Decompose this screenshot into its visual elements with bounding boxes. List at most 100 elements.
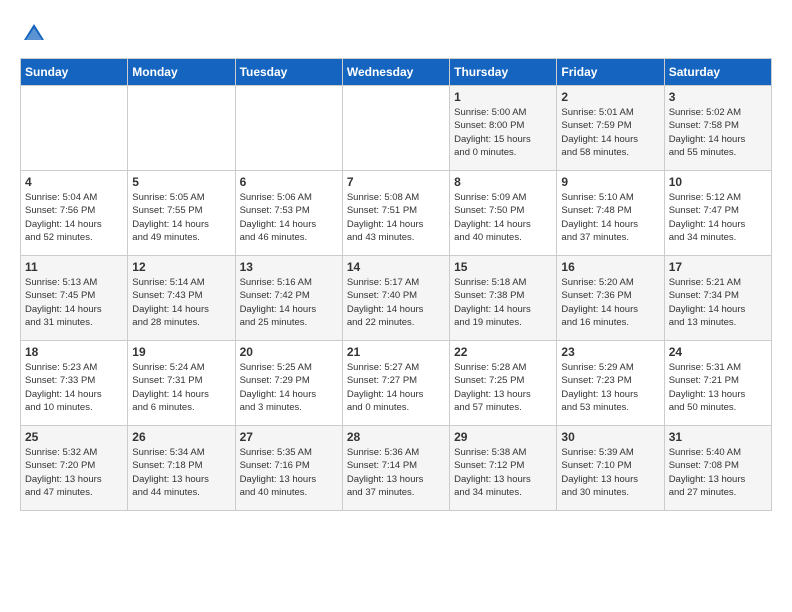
- day-info: Sunrise: 5:00 AM Sunset: 8:00 PM Dayligh…: [454, 106, 552, 159]
- day-info: Sunrise: 5:01 AM Sunset: 7:59 PM Dayligh…: [561, 106, 659, 159]
- day-number: 4: [25, 175, 123, 189]
- day-number: 11: [25, 260, 123, 274]
- calendar-cell: 2 Sunrise: 5:01 AM Sunset: 7:59 PM Daylig…: [557, 86, 664, 171]
- calendar-cell: 24 Sunrise: 5:31 AM Sunset: 7:21 PM Dayli…: [664, 341, 771, 426]
- day-of-week-header: Wednesday: [342, 59, 449, 86]
- calendar-cell: 10 Sunrise: 5:12 AM Sunset: 7:47 PM Dayli…: [664, 171, 771, 256]
- day-info: Sunrise: 5:17 AM Sunset: 7:40 PM Dayligh…: [347, 276, 445, 329]
- day-number: 25: [25, 430, 123, 444]
- calendar-cell: 26 Sunrise: 5:34 AM Sunset: 7:18 PM Dayli…: [128, 426, 235, 511]
- day-info: Sunrise: 5:06 AM Sunset: 7:53 PM Dayligh…: [240, 191, 338, 244]
- day-info: Sunrise: 5:36 AM Sunset: 7:14 PM Dayligh…: [347, 446, 445, 499]
- calendar-week-row: 18 Sunrise: 5:23 AM Sunset: 7:33 PM Dayli…: [21, 341, 772, 426]
- calendar-cell: 12Sunrise: 5:14 AM Sunset: 7:43 PM Dayli…: [128, 256, 235, 341]
- day-of-week-header: Saturday: [664, 59, 771, 86]
- day-number: 23: [561, 345, 659, 359]
- day-number: 20: [240, 345, 338, 359]
- calendar-cell: 7 Sunrise: 5:08 AM Sunset: 7:51 PM Daylig…: [342, 171, 449, 256]
- day-info: Sunrise: 5:13 AM Sunset: 7:45 PM Dayligh…: [25, 276, 123, 329]
- day-number: 12: [132, 260, 230, 274]
- day-of-week-header: Thursday: [450, 59, 557, 86]
- day-number: 14: [347, 260, 445, 274]
- logo: [20, 20, 52, 48]
- day-of-week-header: Tuesday: [235, 59, 342, 86]
- day-number: 5: [132, 175, 230, 189]
- calendar-cell: 16 Sunrise: 5:20 AM Sunset: 7:36 PM Dayli…: [557, 256, 664, 341]
- day-info: Sunrise: 5:31 AM Sunset: 7:21 PM Dayligh…: [669, 361, 767, 414]
- day-number: 27: [240, 430, 338, 444]
- day-number: 3: [669, 90, 767, 104]
- calendar-cell: 6Sunrise: 5:06 AM Sunset: 7:53 PM Daylig…: [235, 171, 342, 256]
- day-number: 15: [454, 260, 552, 274]
- day-number: 9: [561, 175, 659, 189]
- day-number: 29: [454, 430, 552, 444]
- day-info: Sunrise: 5:27 AM Sunset: 7:27 PM Dayligh…: [347, 361, 445, 414]
- calendar-cell: 8 Sunrise: 5:09 AM Sunset: 7:50 PM Daylig…: [450, 171, 557, 256]
- calendar-cell: [128, 86, 235, 171]
- calendar-cell: 17Sunrise: 5:21 AM Sunset: 7:34 PM Dayli…: [664, 256, 771, 341]
- day-number: 26: [132, 430, 230, 444]
- day-number: 1: [454, 90, 552, 104]
- day-info: Sunrise: 5:04 AM Sunset: 7:56 PM Dayligh…: [25, 191, 123, 244]
- day-number: 8: [454, 175, 552, 189]
- day-number: 13: [240, 260, 338, 274]
- day-of-week-header: Sunday: [21, 59, 128, 86]
- day-number: 21: [347, 345, 445, 359]
- calendar-cell: 18 Sunrise: 5:23 AM Sunset: 7:33 PM Dayli…: [21, 341, 128, 426]
- day-info: Sunrise: 5:20 AM Sunset: 7:36 PM Dayligh…: [561, 276, 659, 329]
- calendar-cell: 28 Sunrise: 5:36 AM Sunset: 7:14 PM Dayli…: [342, 426, 449, 511]
- day-number: 31: [669, 430, 767, 444]
- calendar-cell: 19 Sunrise: 5:24 AM Sunset: 7:31 PM Dayli…: [128, 341, 235, 426]
- calendar-cell: 1 Sunrise: 5:00 AM Sunset: 8:00 PM Daylig…: [450, 86, 557, 171]
- day-info: Sunrise: 5:34 AM Sunset: 7:18 PM Dayligh…: [132, 446, 230, 499]
- day-number: 28: [347, 430, 445, 444]
- day-info: Sunrise: 5:21 AM Sunset: 7:34 PM Dayligh…: [669, 276, 767, 329]
- calendar-cell: 15Sunrise: 5:18 AM Sunset: 7:38 PM Dayli…: [450, 256, 557, 341]
- calendar-cell: 23 Sunrise: 5:29 AM Sunset: 7:23 PM Dayli…: [557, 341, 664, 426]
- day-info: Sunrise: 5:16 AM Sunset: 7:42 PM Dayligh…: [240, 276, 338, 329]
- day-info: Sunrise: 5:08 AM Sunset: 7:51 PM Dayligh…: [347, 191, 445, 244]
- day-info: Sunrise: 5:32 AM Sunset: 7:20 PM Dayligh…: [25, 446, 123, 499]
- day-info: Sunrise: 5:35 AM Sunset: 7:16 PM Dayligh…: [240, 446, 338, 499]
- day-info: Sunrise: 5:25 AM Sunset: 7:29 PM Dayligh…: [240, 361, 338, 414]
- day-info: Sunrise: 5:24 AM Sunset: 7:31 PM Dayligh…: [132, 361, 230, 414]
- day-info: Sunrise: 5:12 AM Sunset: 7:47 PM Dayligh…: [669, 191, 767, 244]
- calendar-week-row: 11 Sunrise: 5:13 AM Sunset: 7:45 PM Dayli…: [21, 256, 772, 341]
- page-header: [20, 20, 772, 48]
- day-info: Sunrise: 5:40 AM Sunset: 7:08 PM Dayligh…: [669, 446, 767, 499]
- calendar-cell: 29Sunrise: 5:38 AM Sunset: 7:12 PM Dayli…: [450, 426, 557, 511]
- logo-icon: [20, 20, 48, 48]
- calendar-cell: 31 Sunrise: 5:40 AM Sunset: 7:08 PM Dayli…: [664, 426, 771, 511]
- day-number: 7: [347, 175, 445, 189]
- calendar-cell: [342, 86, 449, 171]
- calendar-cell: 20 Sunrise: 5:25 AM Sunset: 7:29 PM Dayli…: [235, 341, 342, 426]
- day-info: Sunrise: 5:02 AM Sunset: 7:58 PM Dayligh…: [669, 106, 767, 159]
- calendar-cell: [21, 86, 128, 171]
- day-info: Sunrise: 5:10 AM Sunset: 7:48 PM Dayligh…: [561, 191, 659, 244]
- calendar-cell: 3 Sunrise: 5:02 AM Sunset: 7:58 PM Daylig…: [664, 86, 771, 171]
- day-number: 30: [561, 430, 659, 444]
- calendar-cell: 5 Sunrise: 5:05 AM Sunset: 7:55 PM Daylig…: [128, 171, 235, 256]
- calendar-week-row: 1 Sunrise: 5:00 AM Sunset: 8:00 PM Daylig…: [21, 86, 772, 171]
- day-number: 18: [25, 345, 123, 359]
- calendar-cell: 25 Sunrise: 5:32 AM Sunset: 7:20 PM Dayli…: [21, 426, 128, 511]
- day-info: Sunrise: 5:39 AM Sunset: 7:10 PM Dayligh…: [561, 446, 659, 499]
- day-of-week-header: Friday: [557, 59, 664, 86]
- day-info: Sunrise: 5:09 AM Sunset: 7:50 PM Dayligh…: [454, 191, 552, 244]
- calendar-table: SundayMondayTuesdayWednesdayThursdayFrid…: [20, 58, 772, 511]
- day-number: 10: [669, 175, 767, 189]
- day-number: 24: [669, 345, 767, 359]
- calendar-cell: 13 Sunrise: 5:16 AM Sunset: 7:42 PM Dayli…: [235, 256, 342, 341]
- calendar-cell: 9 Sunrise: 5:10 AM Sunset: 7:48 PM Daylig…: [557, 171, 664, 256]
- calendar-cell: 4 Sunrise: 5:04 AM Sunset: 7:56 PM Daylig…: [21, 171, 128, 256]
- day-number: 16: [561, 260, 659, 274]
- calendar-cell: 27 Sunrise: 5:35 AM Sunset: 7:16 PM Dayli…: [235, 426, 342, 511]
- calendar-cell: 14 Sunrise: 5:17 AM Sunset: 7:40 PM Dayli…: [342, 256, 449, 341]
- day-number: 19: [132, 345, 230, 359]
- calendar-week-row: 4 Sunrise: 5:04 AM Sunset: 7:56 PM Daylig…: [21, 171, 772, 256]
- day-info: Sunrise: 5:29 AM Sunset: 7:23 PM Dayligh…: [561, 361, 659, 414]
- day-info: Sunrise: 5:23 AM Sunset: 7:33 PM Dayligh…: [25, 361, 123, 414]
- day-info: Sunrise: 5:05 AM Sunset: 7:55 PM Dayligh…: [132, 191, 230, 244]
- day-number: 22: [454, 345, 552, 359]
- day-number: 2: [561, 90, 659, 104]
